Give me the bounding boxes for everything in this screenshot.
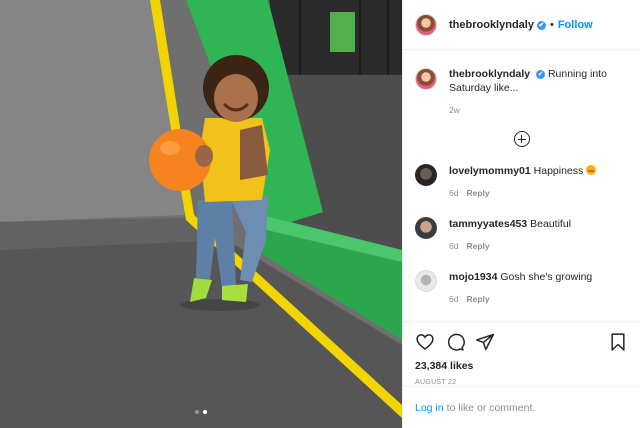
- comment-age[interactable]: 6d: [449, 294, 458, 304]
- post-header: thebrooklyndaly ✔ • Follow: [403, 0, 640, 50]
- comments-section: thebrooklyndaly ✔ Running into Saturday …: [403, 51, 640, 321]
- likes-count[interactable]: 23,384 likes: [415, 360, 628, 372]
- comment-age[interactable]: 6d: [449, 241, 458, 251]
- caption: thebrooklyndaly ✔ Running into Saturday …: [415, 67, 628, 117]
- caption-age[interactable]: 2w: [449, 105, 460, 115]
- author-username[interactable]: thebrooklyndaly ✔: [449, 19, 546, 31]
- login-prompt: Log in to like or comment.: [403, 386, 640, 428]
- caption-author-avatar[interactable]: [415, 68, 437, 90]
- post-actions: 23,384 likes AUGUST 22: [403, 321, 640, 386]
- carousel-dot-active: [203, 410, 207, 414]
- commenter-avatar[interactable]: [415, 164, 437, 186]
- verified-badge-icon: ✔: [536, 70, 546, 79]
- heart-icon[interactable]: [415, 332, 435, 352]
- comment-username[interactable]: lovelymommy01: [449, 165, 531, 177]
- follow-button[interactable]: Follow: [558, 19, 593, 31]
- header-separator: •: [549, 18, 554, 31]
- verified-badge-icon: ✔: [536, 20, 546, 30]
- comment-text: Beautiful: [530, 218, 572, 230]
- post-date[interactable]: AUGUST 22: [415, 379, 628, 386]
- comment-age[interactable]: 6d: [449, 188, 458, 198]
- comment-item: mojo1934 Gosh she's growing 6d Reply: [415, 270, 628, 306]
- author-avatar[interactable]: [415, 13, 437, 36]
- comment-username[interactable]: tammyyates453: [449, 218, 527, 230]
- smiling-face-with-hearts-icon: [586, 165, 597, 175]
- post-side-panel: thebrooklyndaly ✔ • Follow thebrooklyndal…: [402, 0, 640, 428]
- commenter-avatar[interactable]: [415, 270, 437, 292]
- carousel-dot: [195, 410, 199, 414]
- reply-button[interactable]: Reply: [466, 188, 489, 198]
- caption-username[interactable]: thebrooklyndaly: [449, 68, 530, 80]
- comment-username[interactable]: mojo1934: [449, 271, 497, 283]
- comment-text: Gosh she's growing: [500, 271, 593, 283]
- carousel-indicator: [0, 410, 402, 414]
- comment-icon[interactable]: [445, 332, 465, 352]
- comment-item: lovelymommy01 Happiness 6d Reply: [415, 164, 628, 200]
- photo-scene: [0, 0, 402, 428]
- login-link[interactable]: Log in: [415, 402, 444, 414]
- commenter-avatar[interactable]: [415, 217, 437, 239]
- bookmark-icon[interactable]: [608, 332, 628, 352]
- login-prompt-text: to like or comment.: [446, 401, 536, 414]
- reply-button[interactable]: Reply: [466, 241, 489, 251]
- share-icon[interactable]: [475, 332, 495, 352]
- load-more-comments-icon[interactable]: [513, 131, 530, 147]
- post-photo[interactable]: [0, 0, 402, 428]
- comment-item: tammyyates453 Beautiful 6d Reply: [415, 217, 628, 253]
- reply-button[interactable]: Reply: [466, 294, 489, 304]
- comment-text: Happiness: [533, 165, 584, 177]
